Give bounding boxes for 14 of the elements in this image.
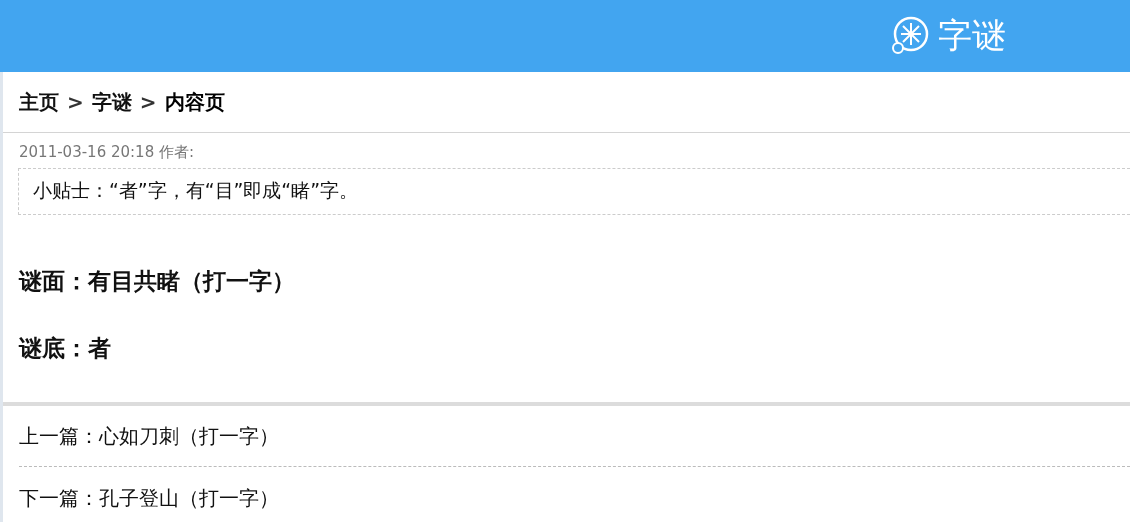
riddle-text: 谜面：有目共睹（打一字） [17, 267, 296, 296]
breadcrumb-link[interactable]: 字谜 [91, 88, 132, 116]
breadcrumb-separator: > [67, 90, 84, 114]
tip-box: 小贴士：“者”字，有“目”即成“睹”字。 [18, 168, 1130, 215]
breadcrumb-separator: > [139, 90, 157, 114]
riddle-text: 谜底：者 [17, 334, 112, 363]
nav-label: 下一篇： [19, 484, 99, 512]
post-date-author: 2011-03-16 20:18 作者: [19, 143, 194, 161]
breadcrumb-current: 内容页 [164, 88, 225, 116]
breadcrumb-link[interactable]: 主页 [19, 88, 59, 116]
site-title: 字谜 [938, 14, 1006, 57]
article-link[interactable]: 孔子登山（打一字） [99, 484, 279, 512]
article-link[interactable]: 心如刀刺（打一字） [99, 422, 279, 450]
nav-label: 上一篇： [19, 422, 99, 450]
